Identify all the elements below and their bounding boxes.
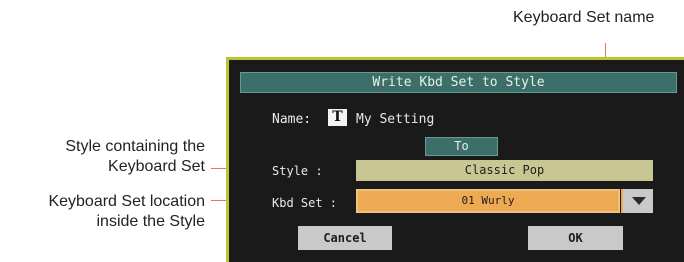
callout-location-line1: Keyboard Set location <box>48 193 205 210</box>
to-button[interactable]: To <box>425 137 498 156</box>
callout-style-line1: Style containing the <box>65 138 205 155</box>
text-edit-icon[interactable]: T <box>328 109 347 126</box>
write-kbd-set-dialog: Write Kbd Set to Style Name: T My Settin… <box>226 57 684 262</box>
chevron-down-icon[interactable] <box>621 189 653 213</box>
name-label: Name: <box>272 112 312 127</box>
callout-location-line2: inside the Style <box>96 213 205 230</box>
kbd-set-field[interactable]: 01 Wurly <box>356 189 620 213</box>
callout-keyboard-set-location: Keyboard Set location inside the Style <box>0 192 205 232</box>
dialog-title: Write Kbd Set to Style <box>240 72 677 93</box>
name-value[interactable]: My Setting <box>356 112 434 127</box>
style-field[interactable]: Classic Pop <box>356 160 653 181</box>
style-label: Style : <box>272 164 323 178</box>
ok-button[interactable]: OK <box>528 226 623 250</box>
callout-style-line2: Keyboard Set <box>108 158 205 175</box>
callout-style-containing: Style containing the Keyboard Set <box>18 137 205 177</box>
callout-keyboard-set-name: Keyboard Set name <box>513 9 655 26</box>
cancel-button[interactable]: Cancel <box>298 226 392 250</box>
kbd-set-label: Kbd Set : <box>272 196 338 210</box>
